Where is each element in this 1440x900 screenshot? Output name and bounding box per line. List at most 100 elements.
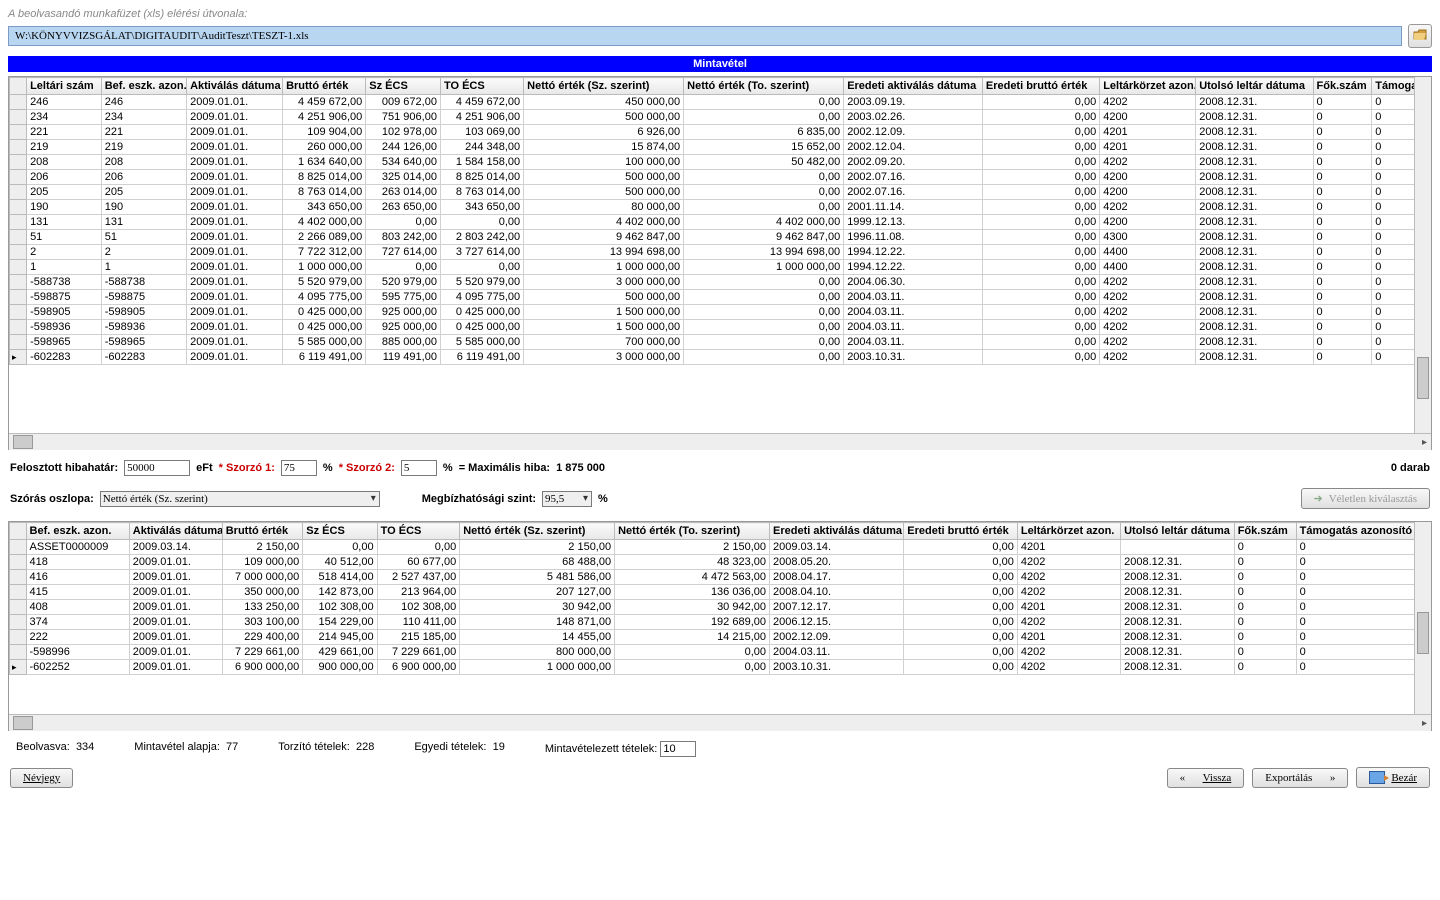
row-selector[interactable] xyxy=(10,540,27,555)
column-header[interactable]: Utolsó leltár dátuma xyxy=(1121,523,1235,540)
row-selector[interactable] xyxy=(10,230,27,245)
row-selector[interactable] xyxy=(10,155,27,170)
row-selector[interactable] xyxy=(10,290,27,305)
column-header[interactable]: Sz ÉCS xyxy=(366,78,441,95)
table-row[interactable]: -598875-5988752009.01.01.4 095 775,00595… xyxy=(10,290,1431,305)
row-selector[interactable] xyxy=(10,215,27,230)
szorzo1-input[interactable] xyxy=(281,460,317,476)
row-selector[interactable] xyxy=(10,630,27,645)
row-selector[interactable] xyxy=(10,125,27,140)
column-header[interactable]: TO ÉCS xyxy=(377,523,460,540)
row-selector[interactable] xyxy=(10,615,27,630)
row-selector[interactable]: ▸ xyxy=(10,350,27,365)
column-header[interactable]: Nettó érték (Sz. szerint) xyxy=(460,523,615,540)
column-header[interactable]: Eredeti bruttó érték xyxy=(982,78,1099,95)
row-selector[interactable] xyxy=(10,185,27,200)
row-selector[interactable] xyxy=(10,275,27,290)
table-row[interactable]: 4162009.01.01.7 000 000,00518 414,002 52… xyxy=(10,570,1431,585)
column-header[interactable]: TO ÉCS xyxy=(440,78,523,95)
table-row[interactable]: -598936-5989362009.01.01.0 425 000,00925… xyxy=(10,320,1431,335)
column-header[interactable]: Nettó érték (To. szerint) xyxy=(615,523,770,540)
table-row[interactable]: 2062062009.01.01.8 825 014,00325 014,008… xyxy=(10,170,1431,185)
table-row[interactable]: 2192192009.01.01.260 000,00244 126,00244… xyxy=(10,140,1431,155)
mv-input[interactable] xyxy=(660,741,696,757)
szoras-select[interactable]: Nettó érték (Sz. szerint) xyxy=(100,491,380,507)
table-row[interactable]: ▸-6022522009.01.01.6 900 000,00900 000,0… xyxy=(10,660,1431,675)
vissza-button[interactable]: « Vissza xyxy=(1167,768,1245,788)
table-row[interactable]: 4152009.01.01.350 000,00142 873,00213 96… xyxy=(10,585,1431,600)
column-header[interactable]: Eredeti aktiválás dátuma xyxy=(770,523,904,540)
cell: 4 402 000,00 xyxy=(283,215,366,230)
table-row[interactable]: 4082009.01.01.133 250,00102 308,00102 30… xyxy=(10,600,1431,615)
column-header[interactable]: Bruttó érték xyxy=(222,523,303,540)
row-selector[interactable] xyxy=(10,140,27,155)
column-header[interactable]: Utolsó leltár dátuma xyxy=(1196,78,1313,95)
row-selector[interactable] xyxy=(10,305,27,320)
column-header[interactable]: Sz ÉCS xyxy=(303,523,377,540)
table-row[interactable]: -588738-5887382009.01.01.5 520 979,00520… xyxy=(10,275,1431,290)
column-header[interactable]: Bef. eszk. azon. xyxy=(26,523,129,540)
top-grid[interactable]: Leltári számBef. eszk. azon.Aktiválás dá… xyxy=(9,77,1431,365)
row-selector[interactable]: ▸ xyxy=(10,660,27,675)
column-header[interactable]: Nettó érték (Sz. szerint) xyxy=(524,78,684,95)
bezar-button[interactable]: Bezár xyxy=(1356,767,1430,788)
table-row[interactable]: 51512009.01.01.2 266 089,00803 242,002 8… xyxy=(10,230,1431,245)
table-row[interactable]: 4182009.01.01.109 000,0040 512,0060 677,… xyxy=(10,555,1431,570)
horizontal-scrollbar-bottom[interactable]: ▸ xyxy=(9,714,1431,731)
table-row[interactable]: 2052052009.01.01.8 763 014,00263 014,008… xyxy=(10,185,1431,200)
table-row[interactable]: 2342342009.01.01.4 251 906,00751 906,004… xyxy=(10,110,1431,125)
table-row[interactable]: 112009.01.01.1 000 000,000,000,001 000 0… xyxy=(10,260,1431,275)
column-header[interactable]: Leltárkörzet azon. xyxy=(1100,78,1196,95)
column-header[interactable]: Nettó érték (To. szerint) xyxy=(684,78,844,95)
row-selector[interactable] xyxy=(10,110,27,125)
table-row[interactable]: 1901902009.01.01.343 650,00263 650,00343… xyxy=(10,200,1431,215)
column-header[interactable]: Bruttó érték xyxy=(283,78,366,95)
table-row[interactable]: -5989962009.01.01.7 229 661,00429 661,00… xyxy=(10,645,1431,660)
table-row[interactable]: -598965-5989652009.01.01.5 585 000,00885… xyxy=(10,335,1431,350)
horizontal-scrollbar[interactable]: ▸ xyxy=(9,433,1431,450)
table-row[interactable]: 2212212009.01.01.109 904,00102 978,00103… xyxy=(10,125,1431,140)
browse-button[interactable] xyxy=(1408,24,1432,48)
megbiz-select[interactable]: 95,5 xyxy=(542,491,592,507)
column-header[interactable]: Fők.szám xyxy=(1234,523,1296,540)
column-header[interactable]: Leltári szám xyxy=(27,78,102,95)
table-row[interactable]: ASSET00000092009.03.14.2 150,000,000,002… xyxy=(10,540,1431,555)
column-header[interactable]: Bef. eszk. azon. xyxy=(101,78,186,95)
veletlen-button[interactable]: ➜ Véletlen kiválasztás xyxy=(1301,488,1431,509)
column-header[interactable]: Fők.szám xyxy=(1313,78,1372,95)
table-row[interactable]: 2462462009.01.01.4 459 672,00009 672,004… xyxy=(10,95,1431,110)
row-selector[interactable] xyxy=(10,245,27,260)
row-selector[interactable] xyxy=(10,555,27,570)
column-header[interactable]: Eredeti bruttó érték xyxy=(904,523,1018,540)
bottom-grid[interactable]: Bef. eszk. azon.Aktiválás dátumaBruttó é… xyxy=(9,522,1431,675)
column-header[interactable]: Leltárkörzet azon. xyxy=(1017,523,1120,540)
row-selector[interactable] xyxy=(10,95,27,110)
column-header[interactable]: Aktiválás dátuma xyxy=(129,523,222,540)
table-row[interactable]: 2082082009.01.01.1 634 640,00534 640,001… xyxy=(10,155,1431,170)
table-row[interactable]: 3742009.01.01.303 100,00154 229,00110 41… xyxy=(10,615,1431,630)
table-row[interactable]: ▸-602283-6022832009.01.01.6 119 491,0011… xyxy=(10,350,1431,365)
column-header[interactable]: Támogatás azonosító xyxy=(1296,523,1430,540)
table-row[interactable]: 1311312009.01.01.4 402 000,000,000,004 4… xyxy=(10,215,1431,230)
column-header[interactable]: Eredeti aktiválás dátuma xyxy=(844,78,983,95)
row-selector[interactable] xyxy=(10,645,27,660)
table-row[interactable]: 2222009.01.01.229 400,00214 945,00215 18… xyxy=(10,630,1431,645)
row-selector[interactable] xyxy=(10,320,27,335)
vertical-scrollbar-bottom[interactable] xyxy=(1414,522,1431,714)
felosztott-input[interactable] xyxy=(124,460,190,476)
vertical-scrollbar[interactable] xyxy=(1414,77,1431,433)
szorzo2-input[interactable] xyxy=(401,460,437,476)
row-selector[interactable] xyxy=(10,170,27,185)
row-selector[interactable] xyxy=(10,335,27,350)
nevjegy-button[interactable]: Névjegy xyxy=(10,768,73,788)
column-header[interactable]: Aktiválás dátuma xyxy=(187,78,283,95)
path-input[interactable] xyxy=(8,26,1402,46)
row-selector[interactable] xyxy=(10,600,27,615)
table-row[interactable]: -598905-5989052009.01.01.0 425 000,00925… xyxy=(10,305,1431,320)
row-selector[interactable] xyxy=(10,200,27,215)
exportalas-button[interactable]: Exportálás » xyxy=(1252,768,1348,788)
row-selector[interactable] xyxy=(10,585,27,600)
table-row[interactable]: 222009.01.01.7 722 312,00727 614,003 727… xyxy=(10,245,1431,260)
row-selector[interactable] xyxy=(10,260,27,275)
row-selector[interactable] xyxy=(10,570,27,585)
